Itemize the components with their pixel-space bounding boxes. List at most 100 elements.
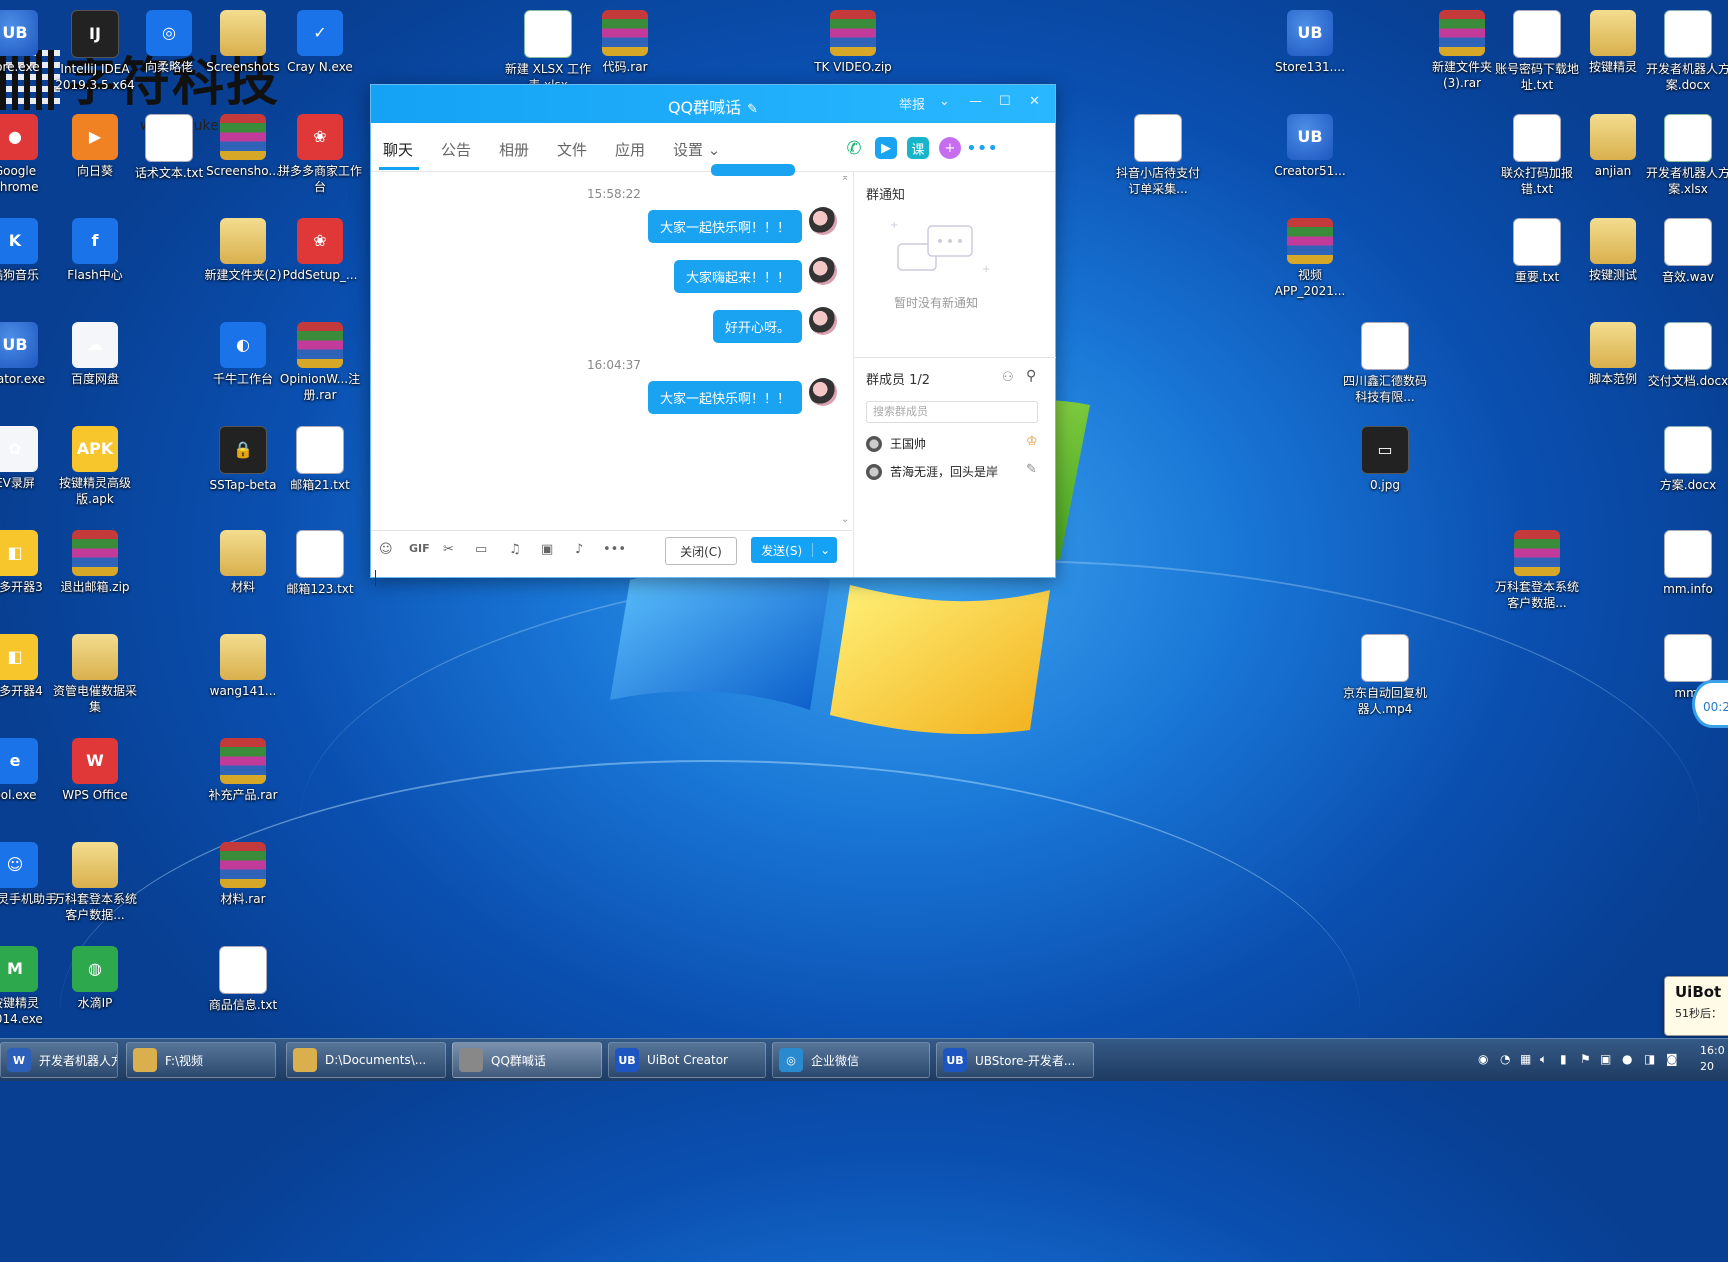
desktop-icon[interactable]: APK 按键精灵高级版.apk (50, 426, 140, 507)
title-bar[interactable]: QQ群喊话 ✎ 举报 ⌄ — ☐ ✕ (371, 85, 1055, 123)
desktop-icon[interactable]: OpinionW...注册.rar (275, 322, 365, 403)
desktop-icon[interactable]: f Flash中心 (50, 218, 140, 283)
taskbar-item[interactable]: W 开发者机器人方... (0, 1042, 118, 1078)
tab-announcement[interactable]: 公告 (441, 139, 471, 160)
tray-icon[interactable]: ◔ (1500, 1052, 1510, 1066)
volume-icon[interactable]: 🔈︎ (1540, 1052, 1547, 1067)
desktop-icon[interactable]: 材料.rar (198, 842, 288, 907)
network-icon[interactable]: ▮ (1560, 1052, 1567, 1066)
tray-icon[interactable]: ▦ (1520, 1052, 1531, 1066)
tab-apps[interactable]: 应用 (615, 139, 645, 160)
add-app-icon[interactable]: + (939, 137, 961, 159)
tray-icon[interactable]: ● (1622, 1052, 1632, 1066)
desktop-icon[interactable]: ♪ 四川鑫汇德数码科技有限... (1340, 322, 1430, 405)
desktop-icon[interactable]: ♫ 音效.wav (1643, 218, 1728, 285)
desktop-icon[interactable]: ♪ 京东自动回复机器人.mp4 (1340, 634, 1430, 717)
message-input[interactable] (371, 555, 852, 645)
chevron-down-icon[interactable]: ⌄ (812, 543, 837, 557)
tab-files[interactable]: 文件 (557, 139, 587, 160)
desktop-icon[interactable]: 商品信息.txt (198, 946, 288, 1013)
tray-icon[interactable]: ◨ (1644, 1052, 1655, 1066)
taskbar-item[interactable]: F:\视频 (126, 1042, 276, 1078)
avatar[interactable] (809, 257, 837, 285)
report-link[interactable]: 举报 (899, 94, 925, 113)
message-bubble[interactable]: 好开心呀。 (712, 310, 802, 343)
desktop-icon[interactable]: ✓ Cray N.exe (275, 10, 365, 75)
desktop-icon[interactable]: 补充产品.rar (198, 738, 288, 803)
desktop-icon[interactable]: mm.info (1643, 530, 1728, 597)
taskbar-item[interactable]: UB UBStore-开发者... (936, 1042, 1094, 1078)
more-icon[interactable]: ••• (966, 137, 998, 159)
qq-group-window[interactable]: QQ群喊话 ✎ 举报 ⌄ — ☐ ✕ 聊天 公告 相册 文件 应用 设置 ⌄ ✆ … (370, 84, 1056, 586)
timer-widget[interactable]: 00:2 (1692, 680, 1728, 728)
desktop-icon[interactable]: 邮箱123.txt (275, 530, 365, 597)
taskbar-item[interactable]: UB UiBot Creator (608, 1042, 766, 1078)
tab-album[interactable]: 相册 (499, 139, 529, 160)
class-icon[interactable]: 课 (907, 137, 929, 159)
desktop-icon[interactable]: 邮箱21.txt (275, 426, 365, 493)
desktop-icon-label: 百度网盘 (70, 372, 119, 386)
desktop-icon[interactable]: 代码.rar (580, 10, 670, 75)
desktop-icon-label: 退出邮箱.zip (60, 580, 130, 594)
desktop-icon[interactable]: W 开发者机器人方案.docx (1643, 10, 1728, 93)
taskbar-item[interactable]: ◎ 企业微信 (772, 1042, 930, 1078)
desktop-icon[interactable]: W 交付文档.docx (1643, 322, 1728, 389)
desktop-icon[interactable]: TK VIDEO.zip (808, 10, 898, 75)
desktop-icon[interactable]: W 方案.docx (1643, 426, 1728, 493)
desktop-icon-label: 邮箱123.txt (286, 582, 354, 596)
desktop-icon[interactable]: 退出邮箱.zip (50, 530, 140, 595)
expand-icon[interactable]: ⌄ (841, 514, 849, 525)
desktop-icon[interactable]: ◍ 水滴IP (50, 946, 140, 1011)
desktop-icon[interactable]: W WPS Office (50, 738, 140, 803)
desktop-icon[interactable]: ❀ PddSetup_... (275, 218, 365, 283)
phone-call-icon[interactable]: ✆ (843, 137, 865, 159)
taskbar-item[interactable]: D:\Documents\... (286, 1042, 446, 1078)
video-call-icon[interactable]: ▶ (875, 137, 897, 159)
desktop-icon[interactable]: 资管电催数据采集 (50, 634, 140, 715)
search-icon[interactable]: ⚲ (1026, 368, 1036, 384)
member-search-input[interactable]: 搜索群成员 (866, 401, 1038, 423)
add-member-icon[interactable]: ⚇ (1002, 370, 1014, 385)
divider (854, 357, 1056, 358)
desktop-icon[interactable]: ▭ 0.jpg (1340, 426, 1430, 493)
send-button[interactable]: 发送(S) ⌄ (751, 537, 837, 563)
desktop-icon[interactable]: ❀ 拼多多商家工作台 (275, 114, 365, 195)
flag-icon[interactable]: ⚑ (1580, 1052, 1591, 1066)
desktop-icon[interactable]: UB Store131.... (1265, 10, 1355, 75)
tray-icon[interactable]: ◙ (1666, 1052, 1678, 1066)
collapse-icon[interactable]: ⌅ (841, 172, 849, 183)
desktop-icon[interactable]: 视频 APP_2021... (1265, 218, 1355, 299)
avatar[interactable] (809, 307, 837, 335)
chevron-down-icon[interactable]: ⌄ (939, 94, 950, 109)
taskbar-item[interactable]: QQ群喊话 (452, 1042, 602, 1078)
message-bubble[interactable]: 大家一起快乐啊！！！ (647, 381, 802, 414)
clock[interactable]: 16:0 20 (1700, 1043, 1725, 1075)
message-bubble[interactable]: 大家一起快乐啊！！！ (647, 210, 802, 243)
desktop-icon[interactable]: S 开发者机器人方案.xlsx (1643, 114, 1728, 197)
member-item[interactable]: 苦海无涯，回头是岸 (866, 463, 998, 480)
close-icon[interactable]: ✕ (1029, 94, 1040, 109)
desktop-icon[interactable]: wang141... (198, 634, 288, 699)
tab-chat[interactable]: 聊天 (383, 139, 413, 160)
message-bubble[interactable]: 大家嗨起来！！！ (673, 260, 802, 293)
edit-title-icon[interactable]: ✎ (747, 102, 758, 117)
avatar[interactable] (809, 378, 837, 406)
edit-icon[interactable]: ✎ (1026, 462, 1037, 477)
close-button[interactable]: 关闭(C) (665, 537, 737, 565)
uibot-popup[interactable]: UiBot 51秒后： (1664, 976, 1728, 1036)
minimize-icon[interactable]: — (969, 94, 982, 109)
tray-icon[interactable]: ▣ (1600, 1052, 1611, 1066)
desktop-icon[interactable]: 万科套登本系统客户数据... (1492, 530, 1582, 611)
desktop-icon[interactable]: 万科套登本系统客户数据... (50, 842, 140, 923)
desktop-icon[interactable]: ☁ 百度网盘 (50, 322, 140, 387)
desktop-icon[interactable]: UB Creator51... (1265, 114, 1355, 179)
maximize-icon[interactable]: ☐ (999, 94, 1011, 109)
member-item[interactable]: 王国帅 (866, 435, 926, 452)
gif-icon[interactable]: GIF (409, 542, 430, 555)
window-title: QQ群喊话 (667, 98, 742, 117)
avatar[interactable] (809, 207, 837, 235)
chat-area[interactable]: 15:58:22 大家一起快乐啊！！！ 大家嗨起来！！！ 好开心呀。 16:04… (371, 164, 852, 586)
tab-settings[interactable]: 设置 ⌄ (673, 139, 720, 160)
tray-icon[interactable]: ◉ (1478, 1052, 1488, 1066)
desktop-icon[interactable]: ♪ 抖音小店待支付订单采集... (1113, 114, 1203, 197)
